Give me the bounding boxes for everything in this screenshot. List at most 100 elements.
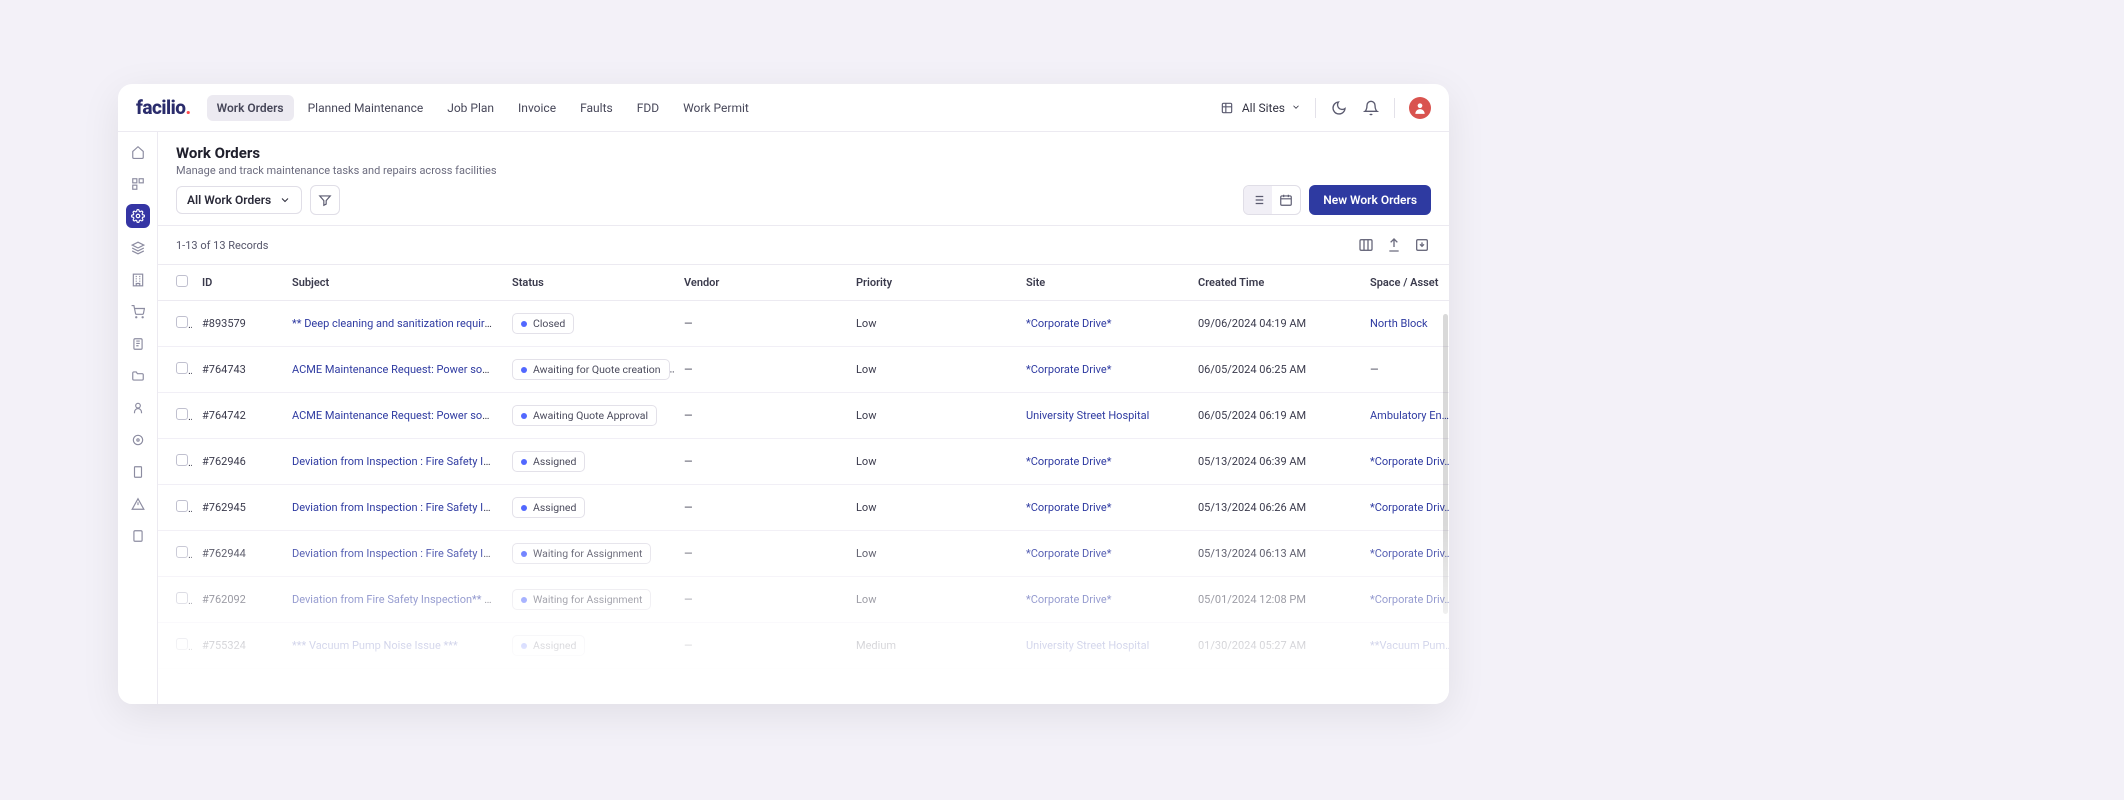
row-checkbox[interactable] xyxy=(176,638,188,650)
table-row[interactable]: #717073**IT&M Request: Network switch no… xyxy=(158,669,1449,705)
columns-icon[interactable] xyxy=(1357,236,1375,254)
table-row[interactable]: #762944Deviation from Inspection : Fire … xyxy=(158,531,1449,577)
cell-vendor: — xyxy=(674,347,846,393)
page-title: Work Orders xyxy=(176,144,1431,162)
select-all-checkbox[interactable] xyxy=(176,275,188,287)
cell-space[interactable]: *Corporate Driv… xyxy=(1360,577,1449,623)
cell-subject[interactable]: Deviation from Fire Safety Inspection** … xyxy=(282,577,502,623)
chevron-down-icon xyxy=(1291,101,1301,115)
cell-subject[interactable]: *** Vacuum Pump Noise Issue *** xyxy=(282,623,502,669)
cell-subject[interactable]: Deviation from Inspection : Fire Safety … xyxy=(282,439,502,485)
cell-status: Awaiting Quote Approval xyxy=(502,393,674,439)
top-nav: facilio. Work Orders Planned Maintenance… xyxy=(118,84,1449,132)
column-header-vendor[interactable]: Vendor xyxy=(674,265,846,301)
cell-space[interactable]: *Corporate Driv… xyxy=(1360,439,1449,485)
cell-site[interactable]: *Corporate Drive* xyxy=(1016,301,1188,347)
view-dropdown[interactable]: All Work Orders xyxy=(176,186,302,214)
cell-subject[interactable]: ** Deep cleaning and sanitization requir… xyxy=(282,301,502,347)
filter-button[interactable] xyxy=(310,185,340,215)
row-checkbox[interactable] xyxy=(176,408,188,420)
table-meta-bar: 1-13 of 13 Records xyxy=(158,225,1449,264)
folder-icon[interactable] xyxy=(126,364,150,388)
warning-icon[interactable] xyxy=(126,492,150,516)
tab-faults[interactable]: Faults xyxy=(570,95,623,121)
cell-site[interactable]: *Corporate Drive* xyxy=(1016,439,1188,485)
row-checkbox[interactable] xyxy=(176,546,188,558)
stack-icon[interactable] xyxy=(126,236,150,260)
record-summary: 1-13 of 13 Records xyxy=(176,239,268,252)
list-icon xyxy=(1251,193,1265,207)
people-icon[interactable] xyxy=(126,396,150,420)
column-header-site[interactable]: Site xyxy=(1016,265,1188,301)
cell-space[interactable]: Outpatient Un… xyxy=(1360,669,1449,705)
cell-site[interactable]: University Street Hospital xyxy=(1016,669,1188,705)
tab-job-plan[interactable]: Job Plan xyxy=(437,95,504,121)
cell-space[interactable]: **Vacuum Pum… xyxy=(1360,623,1449,669)
row-checkbox[interactable] xyxy=(176,592,188,604)
cell-subject[interactable]: ACME Maintenance Request: Power socket n… xyxy=(282,393,502,439)
export-icon[interactable] xyxy=(1385,236,1403,254)
cell-site[interactable]: *Corporate Drive* xyxy=(1016,485,1188,531)
work-orders-icon[interactable] xyxy=(126,204,150,228)
tab-planned-maintenance[interactable]: Planned Maintenance xyxy=(298,95,434,121)
cell-subject[interactable]: ACME Maintenance Request: Power socket n… xyxy=(282,347,502,393)
cart-icon[interactable] xyxy=(126,300,150,324)
cell-id: #762945 xyxy=(192,485,282,531)
table-row[interactable]: #755324*** Vacuum Pump Noise Issue ***As… xyxy=(158,623,1449,669)
table-row[interactable]: #893579** Deep cleaning and sanitization… xyxy=(158,301,1449,347)
status-label: Closed xyxy=(533,317,565,330)
calendar-view-button[interactable] xyxy=(1272,186,1300,214)
cell-subject[interactable]: Deviation from Inspection : Fire Safety … xyxy=(282,485,502,531)
avatar[interactable] xyxy=(1409,97,1431,119)
row-checkbox[interactable] xyxy=(176,316,188,328)
cell-space[interactable]: *Corporate Driv… xyxy=(1360,485,1449,531)
table-row[interactable]: #764743ACME Maintenance Request: Power s… xyxy=(158,347,1449,393)
cell-space[interactable]: *Corporate Driv… xyxy=(1360,531,1449,577)
cell-site[interactable]: *Corporate Drive* xyxy=(1016,531,1188,577)
cell-subject[interactable]: Deviation from Inspection : Fire Safety … xyxy=(282,531,502,577)
cell-space[interactable]: Ambulatory En… xyxy=(1360,393,1449,439)
column-header-status[interactable]: Status xyxy=(502,265,674,301)
bell-icon[interactable] xyxy=(1362,99,1380,117)
column-header-id[interactable]: ID xyxy=(192,265,282,301)
widgets-icon[interactable] xyxy=(126,172,150,196)
cell-subject[interactable]: **IT&M Request: Network switch not worki… xyxy=(282,669,502,705)
row-checkbox[interactable] xyxy=(176,362,188,374)
file-icon[interactable] xyxy=(126,332,150,356)
tab-invoice[interactable]: Invoice xyxy=(508,95,566,121)
column-header-space[interactable]: Space / Asset xyxy=(1360,265,1449,301)
table-row[interactable]: #764742ACME Maintenance Request: Power s… xyxy=(158,393,1449,439)
table-row[interactable]: #762092Deviation from Fire Safety Inspec… xyxy=(158,577,1449,623)
cell-id: #717073 xyxy=(192,669,282,705)
tab-fdd[interactable]: FDD xyxy=(627,95,669,121)
download-icon[interactable] xyxy=(1413,236,1431,254)
cell-site[interactable]: University Street Hospital xyxy=(1016,623,1188,669)
status-label: Awaiting Quote Approval xyxy=(533,409,648,422)
column-header-subject[interactable]: Subject xyxy=(282,265,502,301)
column-header-priority[interactable]: Priority xyxy=(846,265,1016,301)
table-row[interactable]: #762945Deviation from Inspection : Fire … xyxy=(158,485,1449,531)
list-view-button[interactable] xyxy=(1244,186,1272,214)
row-checkbox[interactable] xyxy=(176,454,188,466)
cell-site[interactable]: University Street Hospital xyxy=(1016,393,1188,439)
page-icon[interactable] xyxy=(126,524,150,548)
tab-work-permit[interactable]: Work Permit xyxy=(673,95,759,121)
new-work-order-button[interactable]: New Work Orders xyxy=(1309,185,1431,215)
tab-work-orders[interactable]: Work Orders xyxy=(207,95,294,121)
vertical-scrollbar[interactable] xyxy=(1443,314,1448,614)
home-icon[interactable] xyxy=(126,140,150,164)
dark-mode-icon[interactable] xyxy=(1330,99,1348,117)
building-icon[interactable] xyxy=(126,268,150,292)
cell-site[interactable]: *Corporate Drive* xyxy=(1016,577,1188,623)
site-selector[interactable]: All Sites xyxy=(1218,99,1301,117)
document-icon[interactable] xyxy=(126,460,150,484)
row-checkbox[interactable] xyxy=(176,500,188,512)
table-row[interactable]: #762946Deviation from Inspection : Fire … xyxy=(158,439,1449,485)
cell-id: #762092 xyxy=(192,577,282,623)
cell-space[interactable]: North Block xyxy=(1360,301,1449,347)
gear-icon[interactable] xyxy=(126,428,150,452)
row-checkbox[interactable] xyxy=(176,684,188,696)
column-header-created[interactable]: Created Time xyxy=(1188,265,1360,301)
cell-status: Closed xyxy=(502,301,674,347)
cell-site[interactable]: *Corporate Drive* xyxy=(1016,347,1188,393)
